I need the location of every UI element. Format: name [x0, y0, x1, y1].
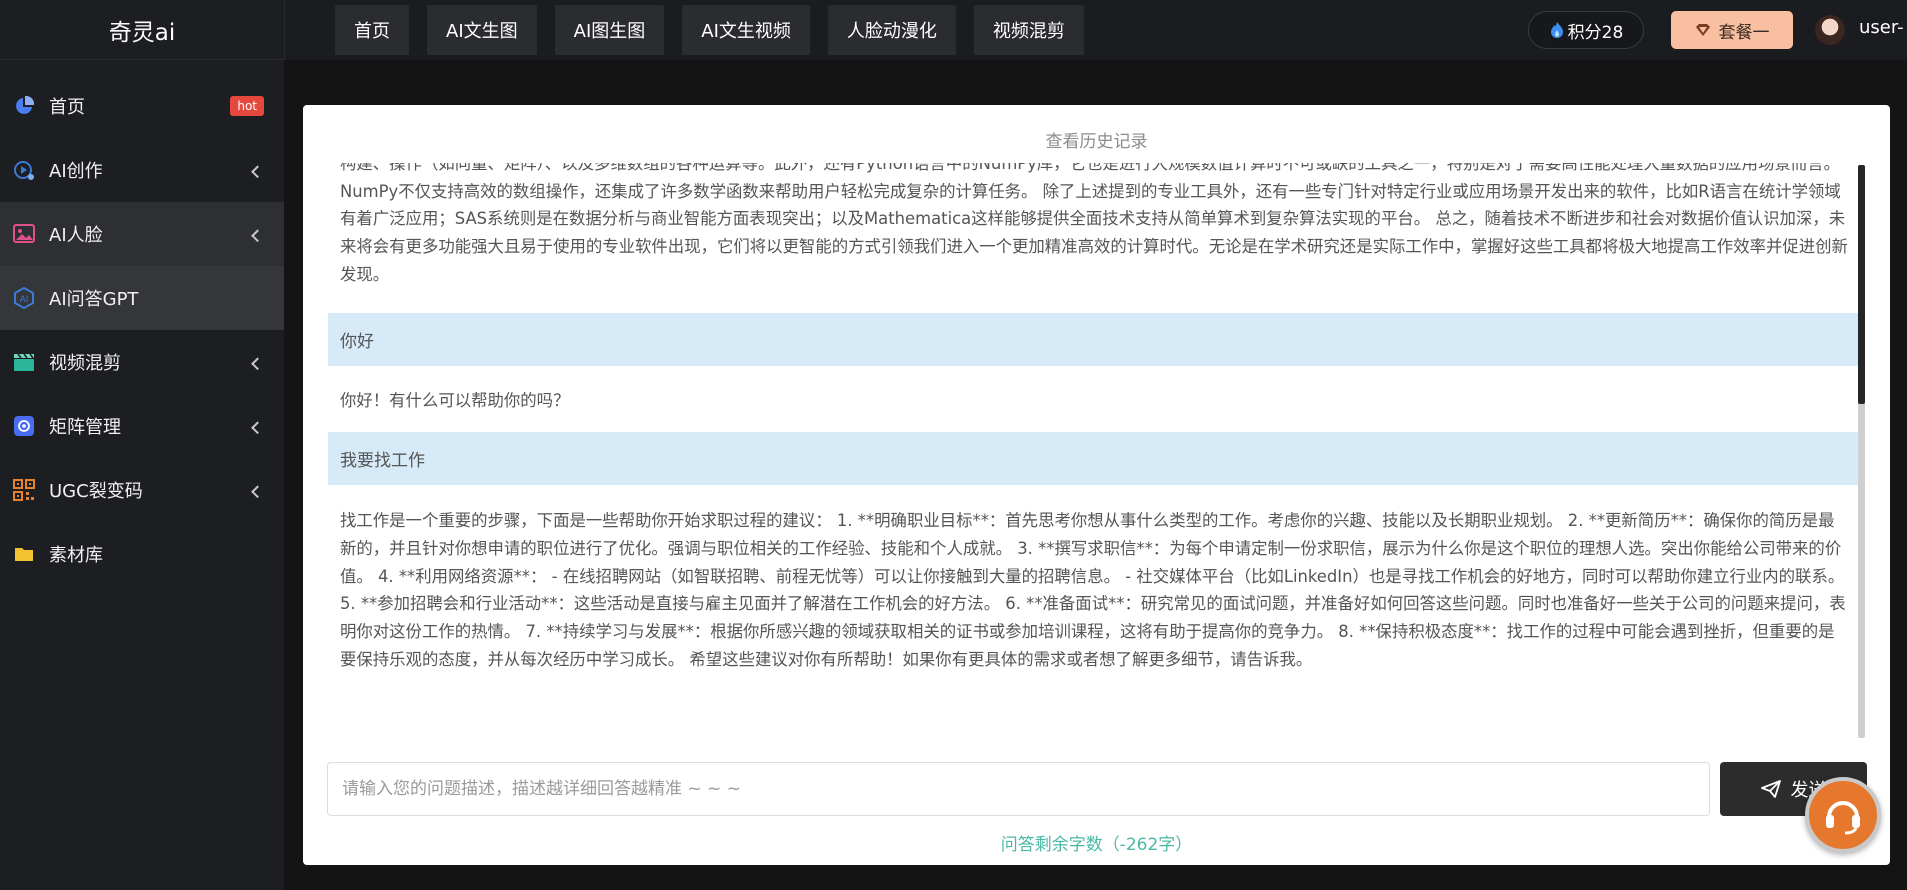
sidebar-item-ai-face[interactable]: AI人脸 — [0, 202, 284, 266]
sidebar-item-home[interactable]: 首页 hot — [0, 74, 284, 138]
folder-icon — [12, 542, 36, 566]
assistant-message: 找工作是一个重要的步骤，下面是一些帮助你开始求职过程的建议： 1. **明确职业… — [340, 511, 1846, 669]
tab-home[interactable]: 首页 — [335, 5, 409, 55]
svg-text:AI: AI — [20, 295, 29, 305]
avatar[interactable] — [1815, 15, 1845, 45]
sidebar-item-video-mix[interactable]: 视频混剪 — [0, 330, 284, 394]
app-logo[interactable]: 奇灵ai — [0, 0, 284, 60]
remaining-chars: 问答剩余字数（-262字） — [1000, 835, 1193, 855]
tab-face-anime[interactable]: 人脸动漫化 — [827, 5, 956, 55]
ai-create-icon — [12, 158, 36, 182]
sidebar-item-label: UGC裂变码 — [49, 481, 143, 502]
tab-text-to-video[interactable]: AI文生视频 — [682, 5, 810, 55]
chevron-down-icon — [251, 421, 264, 435]
tab-image-to-image[interactable]: AI图生图 — [554, 5, 665, 55]
sidebar-item-assets[interactable]: 素材库 — [0, 522, 284, 586]
tab-text-to-image[interactable]: AI文生图 — [427, 5, 537, 55]
points-badge[interactable]: 积分28 — [1528, 11, 1644, 49]
assistant-message: 构建、操作（如向量、矩阵）、以及多维数组的各种运算等。此外，还有Python语言… — [340, 163, 1848, 284]
tab-video-mix[interactable]: 视频混剪 — [973, 5, 1084, 55]
scroll-thumb[interactable] — [1858, 165, 1865, 404]
plan-label: 套餐一 — [1718, 22, 1770, 43]
matrix-icon — [12, 414, 36, 438]
chevron-down-icon — [251, 165, 264, 179]
chat-history[interactable]: 构建、操作（如向量、矩阵）、以及多维数组的各种运算等。此外，还有Python语言… — [328, 163, 1861, 695]
qr-code-icon — [12, 478, 36, 502]
sidebar-item-label: 首页 — [49, 97, 85, 118]
chevron-down-icon — [251, 485, 264, 499]
sidebar-item-label: AI创作 — [49, 161, 103, 182]
flame-icon — [1550, 22, 1563, 38]
points-text: 积分28 — [1567, 22, 1624, 43]
clapperboard-icon — [12, 350, 36, 374]
plan-button[interactable]: 套餐一 — [1671, 11, 1793, 49]
sidebar-item-ai-create[interactable]: AI创作 — [0, 138, 284, 202]
assistant-message: 你好！有什么可以帮助你的吗？ — [340, 390, 570, 410]
customer-service-button[interactable] — [1805, 777, 1881, 853]
top-bar: 首页 AI文生图 AI图生图 AI文生视频 人脸动漫化 视频混剪 积分28 套餐… — [284, 0, 1907, 60]
sidebar-item-matrix[interactable]: 矩阵管理 — [0, 394, 284, 458]
pie-chart-icon — [12, 94, 36, 118]
sidebar-item-label: AI人脸 — [49, 225, 103, 246]
sidebar-nav: 首页 hot AI创作 AI人脸 AI AI问答GPT 视频混剪 矩阵管理 UG… — [0, 60, 284, 586]
hot-badge: hot — [230, 96, 264, 116]
user-message: 你好 — [328, 312, 1861, 366]
username[interactable]: user- — [1859, 17, 1904, 38]
question-input[interactable] — [327, 762, 1710, 816]
chat-panel: 查看历史记录 构建、操作（如向量、矩阵）、以及多维数组的各种运算等。此外，还有P… — [303, 105, 1890, 865]
sidebar-item-label: AI问答GPT — [49, 289, 139, 310]
sidebar-item-ai-gpt[interactable]: AI AI问答GPT — [0, 266, 284, 330]
user-message: 我要找工作 — [328, 432, 1861, 486]
sidebar-item-ugc[interactable]: UGC裂变码 — [0, 458, 284, 522]
sidebar-item-label: 矩阵管理 — [49, 417, 121, 438]
face-image-icon — [12, 222, 36, 246]
diamond-icon — [1695, 24, 1710, 36]
sidebar-item-label: 素材库 — [49, 545, 103, 566]
chevron-down-icon — [251, 229, 264, 243]
chevron-down-icon — [251, 357, 264, 371]
sidebar-item-label: 视频混剪 — [49, 353, 121, 374]
scrollbar[interactable] — [1858, 165, 1865, 738]
history-link[interactable]: 查看历史记录 — [303, 127, 1890, 152]
top-tabs: 首页 AI文生图 AI图生图 AI文生视频 人脸动漫化 视频混剪 — [335, 5, 1102, 55]
send-icon — [1760, 780, 1781, 798]
sidebar: 奇灵ai 首页 hot AI创作 AI人脸 AI AI问答GPT 视频混剪 矩阵… — [0, 0, 284, 890]
ai-chat-icon: AI — [12, 286, 36, 310]
headset-icon — [1826, 801, 1860, 835]
